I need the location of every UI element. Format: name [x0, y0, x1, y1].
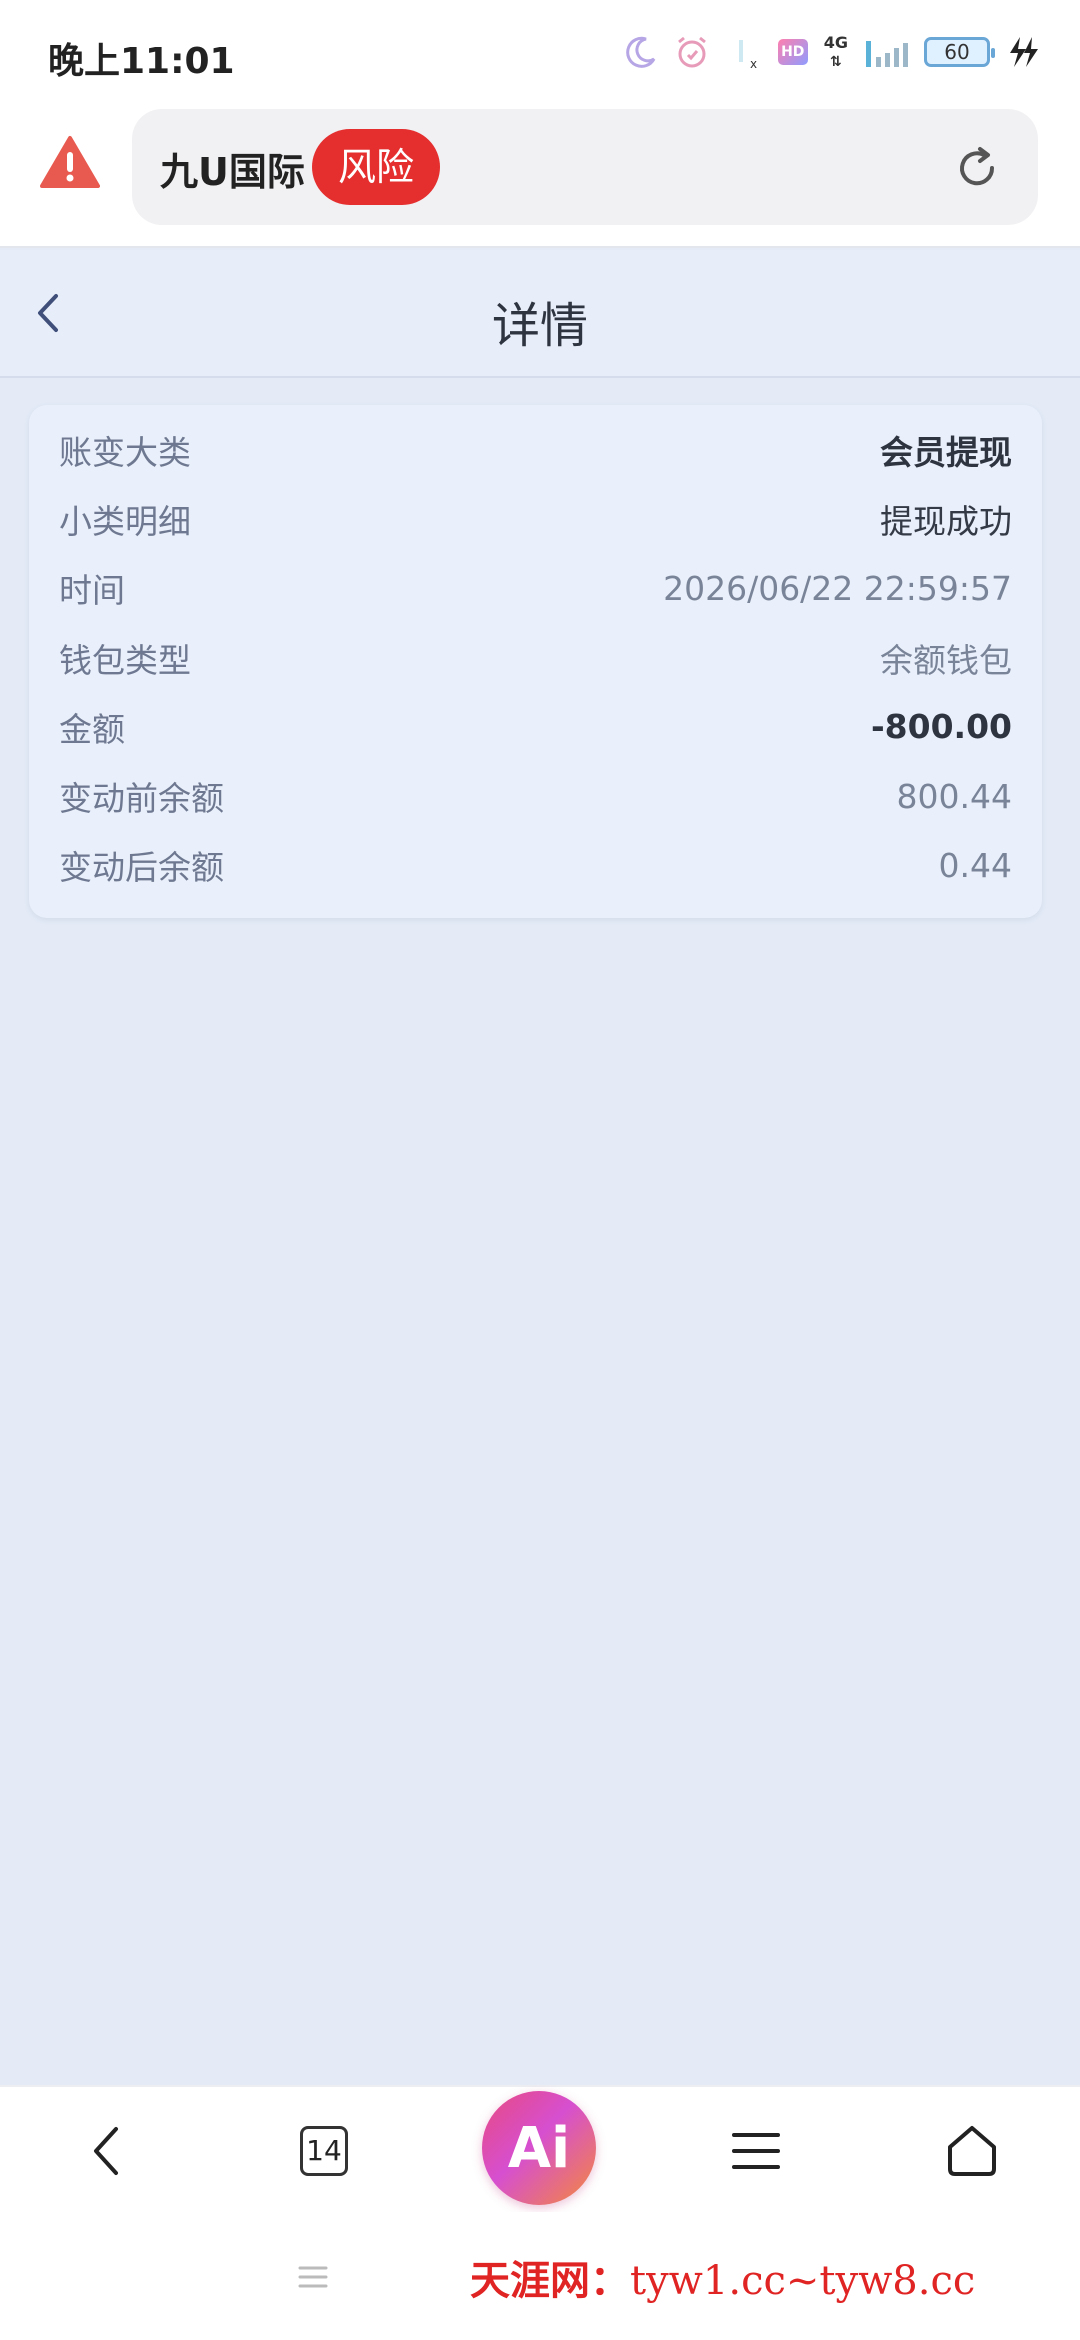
detail-row-wallet-type: 钱包类型 余额钱包: [59, 623, 1012, 692]
row-label: 时间: [59, 571, 125, 611]
detail-row-balance-before: 变动前余额 800.44: [59, 761, 1012, 830]
recents-icon[interactable]: [296, 2262, 330, 2292]
battery-icon: 60: [924, 37, 995, 67]
row-value: 余额钱包: [880, 640, 1012, 680]
browser-address-area: 九U国际 风险: [0, 105, 1080, 248]
watermark-url: tyw1.cc~tyw8.cc: [630, 2258, 976, 2304]
row-value: -800.00: [870, 707, 1012, 747]
risk-badge[interactable]: 风险: [312, 129, 441, 205]
detail-row-balance-after: 变动后余额 0.44: [59, 831, 1012, 900]
detail-row-category: 账变大类 会员提现: [59, 415, 1012, 484]
charging-icon: [1010, 37, 1038, 67]
menu-icon: [732, 2133, 780, 2169]
row-label: 小类明细: [59, 501, 191, 541]
ai-assistant-button[interactable]: Ai: [482, 2091, 596, 2205]
row-value: 会员提现: [880, 432, 1012, 472]
row-value: 2026/06/22 22:59:57: [663, 568, 1012, 608]
svg-text:x: x: [750, 57, 757, 70]
wifi-icon: x: [738, 40, 757, 70]
nav-menu-button[interactable]: [720, 2115, 792, 2187]
row-label: 钱包类型: [59, 640, 191, 680]
moon-icon: [625, 36, 656, 68]
row-label: 金额: [59, 709, 125, 749]
network-label: 4G: [823, 32, 848, 52]
detail-row-subcategory: 小类明细 提现成功: [59, 484, 1012, 553]
detail-row-amount: 金额 -800.00: [59, 692, 1012, 761]
row-label: 变动后余额: [59, 848, 224, 888]
battery-level: 60: [944, 40, 970, 64]
row-value: 提现成功: [880, 501, 1012, 541]
back-arrow-icon: [94, 2127, 118, 2175]
network-4g-icon: 4G ⇅: [823, 32, 848, 70]
page-header: 详情: [0, 250, 1080, 378]
bottom-nav: 14 Ai: [0, 2085, 1080, 2212]
site-name: 九U国际: [160, 150, 305, 194]
watermark: 天涯网：tyw1.cc~tyw8.cc: [470, 2248, 975, 2306]
row-label: 变动前余额: [59, 779, 224, 819]
nav-back-button[interactable]: [70, 2115, 142, 2187]
detail-card: 账变大类 会员提现 小类明细 提现成功 时间 2026/06/22 22:59:…: [29, 405, 1042, 918]
detail-row-time: 时间 2026/06/22 22:59:57: [59, 554, 1012, 623]
alarm-icon: [677, 36, 706, 68]
status-bar: 晚上11:01 x HD 4G ⇅ 60: [0, 0, 1080, 105]
ai-label: Ai: [507, 2115, 571, 2181]
warning-icon[interactable]: [40, 135, 100, 189]
status-icons: x HD 4G ⇅ 60: [624, 30, 1040, 74]
nav-tabs-button[interactable]: 14: [288, 2115, 360, 2187]
hd-icon: HD: [777, 39, 808, 65]
row-value: 0.44: [938, 845, 1012, 885]
home-icon: [948, 2126, 996, 2176]
row-label: 账变大类: [59, 432, 191, 472]
tab-count: 14: [300, 2126, 348, 2176]
address-bar[interactable]: 九U国际 风险: [132, 109, 1038, 225]
signal-icon: [866, 41, 908, 67]
watermark-cn: 天涯网：: [470, 2257, 630, 2304]
reload-icon[interactable]: [954, 145, 1000, 191]
system-gesture-area: 天涯网：tyw1.cc~tyw8.cc: [0, 2212, 1080, 2340]
nav-home-button[interactable]: [936, 2115, 1008, 2187]
status-time: 晚上11:01: [48, 41, 235, 82]
row-value: 800.44: [896, 776, 1012, 816]
page-title: 详情: [491, 298, 588, 354]
